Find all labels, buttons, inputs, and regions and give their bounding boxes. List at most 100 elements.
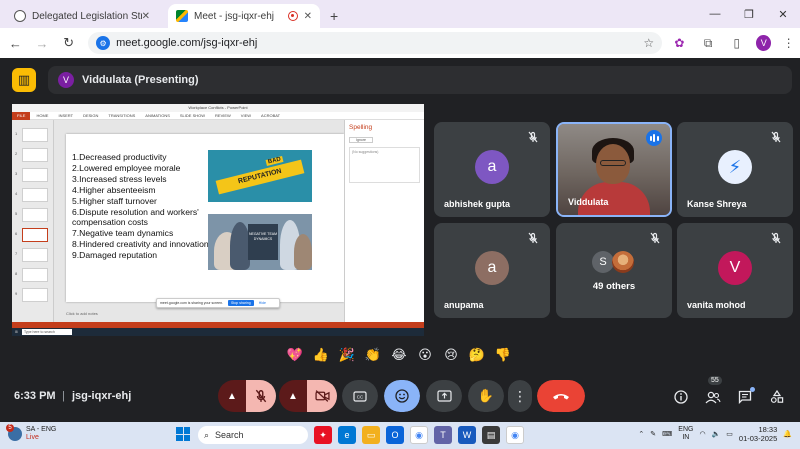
presenting-label: Viddulata (Presenting) [82, 74, 199, 86]
sidebar-icon[interactable]: ▯ [726, 31, 749, 55]
wifi-icon[interactable]: ◠ [699, 430, 705, 438]
notifications-bell-icon[interactable]: 🔔 [783, 430, 792, 438]
forward-icon[interactable]: → [31, 31, 54, 55]
participant-tile-video[interactable]: Viddulata [556, 122, 672, 217]
minimize-icon[interactable]: — [698, 0, 732, 28]
emoji-icon [395, 389, 409, 403]
windows-start-icon[interactable] [176, 427, 190, 441]
participant-avatar: S [592, 251, 614, 273]
extensions-puzzle-icon[interactable]: ⧉ [697, 31, 720, 55]
site-info-icon[interactable]: ⚙ [96, 36, 111, 50]
volume-icon[interactable]: 🔈 [712, 430, 721, 438]
reaction-thinking[interactable]: 🤔 [464, 344, 490, 366]
chat-button[interactable] [734, 386, 756, 408]
file-explorer-icon[interactable]: ▭ [362, 426, 380, 444]
system-tray: ⌃ ✎ ⌨ ENG IN ◠ 🔈 ▭ 18:33 01-03-2025 🔔 [638, 425, 792, 443]
meeting-info-button[interactable] [670, 386, 692, 408]
others-tile[interactable]: S 49 others [556, 223, 672, 318]
ppt-ribbon-tab: HOME [36, 113, 49, 118]
people-button[interactable]: 55 [702, 376, 724, 408]
news-widget[interactable]: 5 SA - ENG Live [6, 424, 56, 442]
recording-icon [287, 11, 298, 21]
leave-call-button[interactable] [537, 380, 585, 412]
teams-app-icon[interactable]: T [434, 426, 452, 444]
restore-icon[interactable]: ❐ [732, 0, 766, 28]
participant-tile[interactable]: ⚡ Kanse Shreya [677, 122, 793, 217]
more-options-group: ⋮ [508, 380, 532, 412]
reaction-clap[interactable]: 👏 [360, 344, 386, 366]
raise-hand-button[interactable]: ✋ [468, 380, 504, 412]
thumb-number: 9 [15, 291, 18, 296]
new-tab-button[interactable]: + [330, 4, 338, 28]
tab-delegated-legislation[interactable]: Delegated Legislation Structure ✕ [6, 4, 158, 28]
captions-button[interactable]: CC [342, 380, 378, 412]
slide-thumbnail: 4 [15, 188, 48, 202]
hang-up-icon [553, 393, 569, 399]
mic-toggle-button[interactable] [246, 380, 276, 412]
back-icon[interactable]: ← [4, 31, 27, 55]
thumb-number: 5 [15, 211, 18, 216]
close-window-icon[interactable]: ✕ [766, 0, 800, 28]
meet-side-controls: 55 [670, 376, 788, 408]
reload-icon[interactable]: ↻ [57, 31, 80, 55]
participant-avatar: V [718, 251, 752, 285]
url-field[interactable]: ⚙ meet.google.com/jsg-iqxr-ehj ☆ [88, 32, 663, 54]
pen-icon[interactable]: ✎ [650, 430, 656, 438]
extension-icon[interactable]: ✿ [668, 31, 691, 55]
chevron-up-icon: ▲ [227, 390, 237, 402]
language-line2: IN [682, 434, 690, 441]
cricket-icon: 5 [6, 424, 22, 441]
slide-notes: Click to add notes [66, 311, 98, 316]
chevron-up-icon[interactable]: ⌃ [638, 430, 644, 438]
language-indicator[interactable]: ENG IN [678, 426, 693, 442]
video-options-button[interactable]: ▲ [279, 380, 307, 412]
person-figure [230, 222, 250, 270]
current-slide: 1.Decreased productivity 2.Lowered emplo… [66, 134, 344, 302]
taskbar-apps: ✦ e ▭ O ◉ T W ▤ ◉ [314, 426, 524, 444]
camera-toggle-button[interactable] [307, 380, 337, 412]
reaction-surprised[interactable]: 😮 [412, 344, 438, 366]
reaction-party[interactable]: 🎉 [334, 344, 360, 366]
more-options-button[interactable]: ⋮ [508, 380, 532, 412]
slide-point: 3.Increased stress levels [72, 173, 167, 184]
app-icon[interactable]: ▤ [482, 426, 500, 444]
profile-avatar[interactable]: V [756, 35, 772, 51]
copilot-app-icon[interactable]: ✦ [314, 426, 332, 444]
activities-icon [770, 390, 784, 403]
slide-bullet-list: 1.Decreased productivity 2.Lowered emplo… [72, 152, 212, 261]
emoji-reactions-button[interactable] [384, 380, 420, 412]
taskbar-search[interactable]: ⌕ Search [198, 426, 308, 444]
windows-taskbar: 5 SA - ENG Live ⌕ Search ✦ e ▭ O ◉ T W ▤… [0, 422, 800, 449]
activities-button[interactable] [766, 386, 788, 408]
outlook-app-icon[interactable]: O [386, 426, 404, 444]
battery-icon[interactable]: ▭ [726, 430, 733, 438]
shared-screen: Workplace Conflicts - PowerPoint FILE HO… [12, 104, 424, 336]
edge-app-icon[interactable]: e [338, 426, 356, 444]
slide-point: 1.Decreased productivity [72, 152, 167, 162]
chrome-profile-icon[interactable]: ◉ [506, 426, 524, 444]
participant-tile[interactable]: a abhishek gupta [434, 122, 550, 217]
tab-meet[interactable]: Meet - jsg-iqxr-ehj ✕ [168, 4, 320, 28]
bookmark-star-icon[interactable]: ☆ [643, 36, 654, 50]
audio-options-button[interactable]: ▲ [218, 380, 246, 412]
participant-tile[interactable]: a anupama [434, 223, 550, 318]
meet-layout-icon[interactable]: ▥ [12, 68, 36, 92]
slide-thumbnail-selected: 6 [15, 228, 48, 242]
menu-kebab-icon[interactable]: ⋮ [777, 31, 800, 55]
reaction-thumbs-down[interactable]: 👎 [490, 344, 516, 366]
word-app-icon[interactable]: W [458, 426, 476, 444]
clock-date[interactable]: 18:33 01-03-2025 [739, 425, 777, 443]
taskbar-search-label: Search [215, 430, 244, 440]
keyboard-icon[interactable]: ⌨ [662, 430, 672, 438]
participant-tile[interactable]: V vanita mohod [677, 223, 793, 318]
reaction-laugh[interactable]: 😂 [386, 344, 412, 366]
meeting-code: jsg-iqxr-ehj [72, 390, 132, 402]
browser-tab-strip: Delegated Legislation Structure ✕ Meet -… [0, 0, 800, 28]
reaction-heart[interactable]: 💖 [282, 344, 308, 366]
close-icon[interactable]: ✕ [142, 11, 150, 22]
chrome-app-icon[interactable]: ◉ [410, 426, 428, 444]
reaction-thumbs-up[interactable]: 👍 [308, 344, 334, 366]
close-icon[interactable]: ✕ [304, 11, 312, 22]
present-screen-button[interactable] [426, 380, 462, 412]
reaction-sad[interactable]: 😢 [438, 344, 464, 366]
